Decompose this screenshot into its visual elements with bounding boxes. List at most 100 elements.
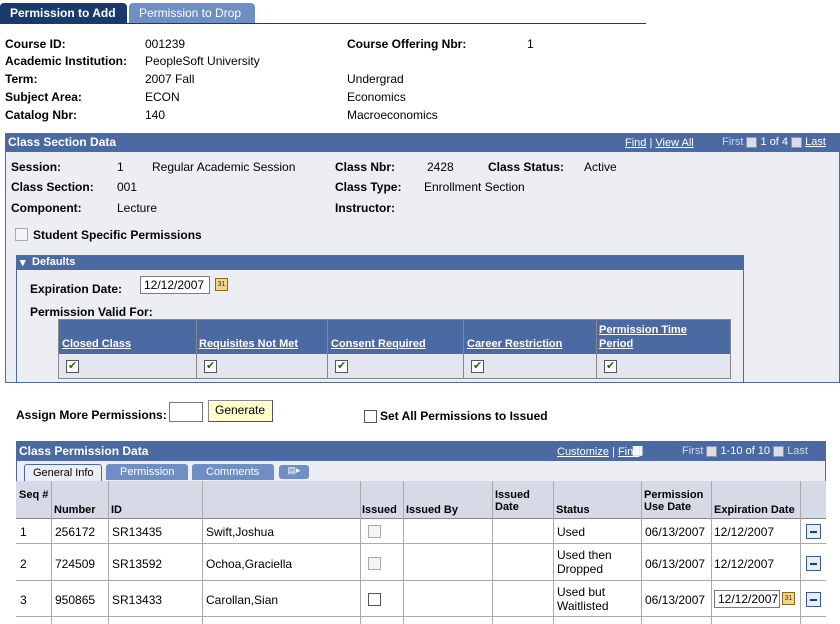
row3-status: Used but Waitlisted xyxy=(557,585,609,613)
class-section-header: Class Section Data Find | View All First… xyxy=(5,133,840,152)
course-id-label: Course ID: xyxy=(5,37,66,51)
expiration-date-input[interactable]: 12/12/2007 xyxy=(140,276,210,294)
career-restriction-checkbox[interactable] xyxy=(471,359,484,373)
course-id-value: 001239 xyxy=(145,37,186,51)
class-status-label: Class Status: xyxy=(488,160,565,174)
career-restriction-header[interactable]: Career Restriction xyxy=(467,338,562,350)
generate-button[interactable]: Generate xyxy=(208,400,273,422)
number-header: Number xyxy=(54,504,96,516)
row1-use-date: 06/13/2007 xyxy=(645,525,706,539)
last-link[interactable]: Last xyxy=(805,136,826,148)
consent-required-checkbox[interactable] xyxy=(335,359,348,373)
row3-delete-icon[interactable] xyxy=(806,592,821,607)
view-all-link[interactable]: View All xyxy=(655,137,693,149)
permission-time-period-checkbox[interactable] xyxy=(604,359,617,373)
subject-value: ECON xyxy=(145,90,180,104)
row2-issued-checkbox[interactable] xyxy=(368,557,381,570)
tab-permission-to-drop[interactable]: Permission to Drop xyxy=(129,3,255,23)
permission-valid-for-label: Permission Valid For: xyxy=(30,305,153,319)
subtab-comments[interactable]: Comments xyxy=(192,464,274,480)
permission-time-period-header[interactable]: Permission Time Period xyxy=(599,323,719,351)
previous-arrow-icon[interactable] xyxy=(746,136,758,148)
status-header: Status xyxy=(556,504,590,516)
row3-issued-checkbox[interactable] xyxy=(368,593,381,606)
id-header: ID xyxy=(111,504,122,516)
defaults-title: Defaults xyxy=(32,256,76,268)
institution-label: Academic Institution: xyxy=(5,54,128,68)
requisites-not-met-header[interactable]: Requisites Not Met xyxy=(199,338,298,350)
expiration-date-label: Expiration Date: xyxy=(30,282,123,296)
row2-id: SR13592 xyxy=(112,557,163,571)
row1-delete-icon[interactable] xyxy=(806,524,821,539)
class-status-value: Active xyxy=(584,160,617,174)
closed-class-checkbox[interactable] xyxy=(66,359,79,373)
row3-seq: 3 xyxy=(20,593,27,607)
issued-by-header: Issued By xyxy=(406,504,458,516)
term-label: Term: xyxy=(5,72,38,86)
class-section-title: Class Section Data xyxy=(8,135,117,149)
class-nbr-label: Class Nbr: xyxy=(335,160,396,174)
row3-name: Carollan,Sian xyxy=(206,593,279,607)
row1-issued-checkbox[interactable] xyxy=(368,525,381,538)
student-specific-checkbox[interactable] xyxy=(15,228,28,241)
customize-link[interactable]: Customize xyxy=(557,446,609,458)
perm-previous-arrow-icon[interactable] xyxy=(706,445,718,457)
find-link[interactable]: Find xyxy=(625,137,646,149)
row2-seq: 2 xyxy=(20,557,27,571)
subtab-general-info[interactable]: General Info xyxy=(24,464,102,481)
row2-delete-icon[interactable] xyxy=(806,556,821,571)
career-value: Undergrad xyxy=(347,72,404,86)
issued-date-header: Issued Date xyxy=(495,489,530,513)
row2-name: Ochoa,Graciella xyxy=(206,557,293,571)
component-label: Component: xyxy=(11,201,82,215)
class-section-label: Class Section: xyxy=(11,180,94,194)
consent-required-header[interactable]: Consent Required xyxy=(331,338,426,350)
assign-more-input[interactable] xyxy=(169,402,203,422)
session-label: Session: xyxy=(11,160,62,174)
permission-use-date-header: Permission Use Date xyxy=(644,489,704,513)
class-type-label: Class Type: xyxy=(335,180,402,194)
show-all-columns-icon[interactable]: ▤▸ xyxy=(279,465,309,479)
class-section-value: 001 xyxy=(117,180,138,194)
tab-underline xyxy=(0,23,646,24)
class-permission-header: Class Permission Data Customize | Find ▦… xyxy=(16,441,826,461)
perm-last-label[interactable]: Last xyxy=(787,445,808,457)
tab-permission-to-add[interactable]: Permission to Add xyxy=(0,3,127,23)
row3-id: SR13433 xyxy=(112,593,163,607)
row1-status: Used xyxy=(557,525,586,539)
subject-label: Subject Area: xyxy=(5,90,82,104)
offering-label: Course Offering Nbr: xyxy=(347,37,467,51)
component-value: Lecture xyxy=(117,201,158,215)
session-desc: Regular Academic Session xyxy=(152,160,296,174)
class-nbr-value: 2428 xyxy=(427,160,454,174)
row2-status: Used then Dropped xyxy=(557,548,612,576)
section-range: 1 of 4 xyxy=(760,136,789,148)
offering-value: 1 xyxy=(527,37,534,51)
grid-download-icon[interactable]: ▦ xyxy=(632,443,643,457)
class-permission-title: Class Permission Data xyxy=(19,444,149,458)
catalog-label: Catalog Nbr: xyxy=(5,108,77,122)
row1-name: Swift,Joshua xyxy=(206,525,275,539)
row2-number: 724509 xyxy=(55,557,96,571)
row2-exp-date: 12/12/2007 xyxy=(714,557,775,571)
collapse-triangle-icon[interactable]: ▾ xyxy=(20,256,26,269)
catalog-desc: Macroeconomics xyxy=(347,108,438,122)
seq-header: Seq # xyxy=(19,489,49,501)
catalog-value: 140 xyxy=(145,108,166,122)
closed-class-header[interactable]: Closed Class xyxy=(62,338,131,350)
student-specific-label: Student Specific Permissions xyxy=(33,228,202,242)
subtab-permission[interactable]: Permission xyxy=(106,464,188,480)
row1-exp-date: 12/12/2007 xyxy=(714,525,775,539)
requisites-not-met-checkbox[interactable] xyxy=(204,359,217,373)
row3-exp-date-input[interactable]: 12/12/2007 xyxy=(714,590,780,608)
next-arrow-icon[interactable] xyxy=(791,136,803,148)
instructor-label: Instructor: xyxy=(335,201,395,215)
perm-next-arrow-icon[interactable] xyxy=(773,445,785,457)
defaults-header[interactable]: ▾ Defaults xyxy=(16,255,744,270)
perm-range: 1-10 of 10 xyxy=(720,445,771,457)
row3-calendar-icon[interactable]: 31 xyxy=(782,592,795,605)
set-all-issued-checkbox[interactable] xyxy=(364,410,377,423)
first-label: First xyxy=(722,136,744,148)
calendar-icon[interactable]: 31 xyxy=(215,278,228,291)
assign-more-label: Assign More Permissions: xyxy=(16,408,167,422)
